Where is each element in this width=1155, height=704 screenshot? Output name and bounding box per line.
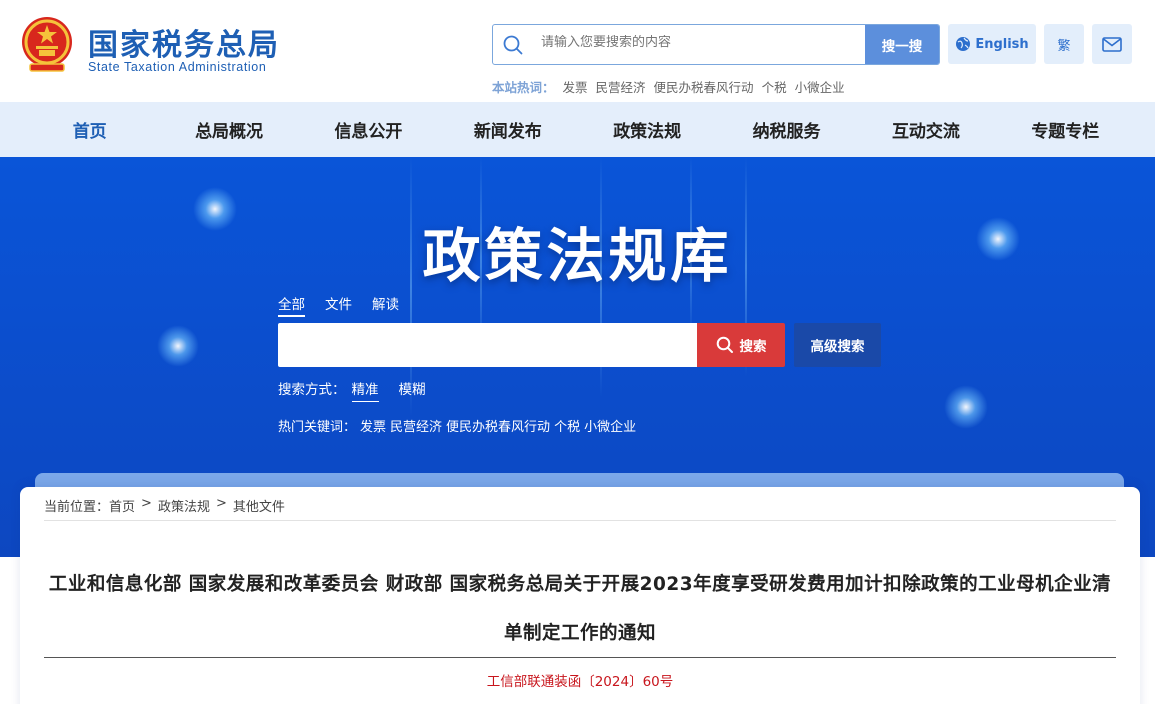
breadcrumb-label: 当前位置： bbox=[44, 500, 110, 515]
globe-icon bbox=[956, 37, 971, 51]
tab-all[interactable]: 全部 bbox=[278, 293, 305, 317]
nav-item-news[interactable]: 新闻发布 bbox=[438, 117, 577, 142]
search-button-label: 搜索 bbox=[739, 339, 767, 355]
hot-keyword-link[interactable]: 民营经济 bbox=[390, 416, 442, 435]
search-mode: 搜索方式： 精准 模糊 bbox=[278, 378, 426, 402]
hotword-link[interactable]: 个税 bbox=[762, 77, 787, 96]
divider bbox=[44, 520, 1116, 521]
hot-keyword-link[interactable]: 个税 bbox=[554, 416, 580, 435]
banner-tabs: 全部 文件 解读 bbox=[278, 293, 399, 317]
site-search-input[interactable] bbox=[541, 35, 841, 50]
hotword-link[interactable]: 民营经济 bbox=[596, 77, 646, 96]
english-label: English bbox=[975, 36, 1029, 52]
search-mode-exact[interactable]: 精准 bbox=[351, 378, 379, 402]
nav-item-info-disclosure[interactable]: 信息公开 bbox=[299, 117, 438, 142]
hot-keyword-link[interactable]: 便民办税春风行动 bbox=[446, 416, 550, 435]
hotword-link[interactable]: 发票 bbox=[563, 77, 588, 96]
breadcrumb-policies[interactable]: 政策法规 bbox=[158, 496, 210, 515]
mail-button[interactable] bbox=[1092, 24, 1132, 64]
hotwords-label: 本站热词： bbox=[492, 80, 555, 95]
banner-hot-keywords: 热门关键词： 发票 民营经济 便民办税春风行动 个税 小微企业 bbox=[278, 416, 636, 435]
policy-search-input[interactable] bbox=[278, 323, 698, 367]
search-icon bbox=[502, 34, 524, 56]
banner-title: 政策法规库 bbox=[422, 222, 733, 290]
nav-item-overview[interactable]: 总局概况 bbox=[159, 117, 298, 142]
traditional-chinese-button[interactable]: 繁 bbox=[1044, 24, 1084, 64]
hot-keywords-label: 热门关键词： bbox=[278, 420, 357, 435]
breadcrumb-separator: > bbox=[215, 496, 227, 511]
site-title-english[interactable]: State Taxation Administration bbox=[88, 60, 266, 74]
document-title: 工业和信息化部 国家发展和改革委员会 财政部 国家税务总局关于开展2023年度享… bbox=[44, 560, 1116, 658]
tab-documents[interactable]: 文件 bbox=[325, 293, 352, 317]
article-card: 当前位置： 首页 > 政策法规 > 其他文件 工业和信息化部 国家发展和改革委员… bbox=[20, 487, 1140, 704]
breadcrumb-other-docs[interactable]: 其他文件 bbox=[233, 496, 285, 515]
hot-keyword-link[interactable]: 小微企业 bbox=[584, 416, 636, 435]
light-glow bbox=[944, 385, 988, 429]
search-mode-label: 搜索方式： bbox=[278, 382, 346, 398]
nav-item-tax-service[interactable]: 纳税服务 bbox=[717, 117, 856, 142]
main-nav: 首页 总局概况 信息公开 新闻发布 政策法规 纳税服务 互动交流 专题专栏 bbox=[0, 102, 1155, 157]
divider bbox=[44, 657, 1116, 658]
nav-item-policies[interactable]: 政策法规 bbox=[578, 117, 717, 142]
mail-icon bbox=[1102, 36, 1122, 52]
nav-item-special-topics[interactable]: 专题专栏 bbox=[996, 117, 1135, 142]
tab-interpretations[interactable]: 解读 bbox=[372, 293, 399, 317]
english-button[interactable]: English bbox=[948, 24, 1036, 64]
nav-item-interaction[interactable]: 互动交流 bbox=[856, 117, 995, 142]
document-number: 工信部联通装函〔2024〕60号 bbox=[486, 674, 674, 690]
breadcrumb-separator: > bbox=[141, 496, 152, 511]
policy-search-button[interactable]: 搜索 bbox=[697, 323, 785, 367]
site-title[interactable]: 国家税务总局 bbox=[88, 20, 280, 64]
site-search-box: 搜一搜 bbox=[492, 24, 940, 65]
hotword-link[interactable]: 小微企业 bbox=[795, 77, 845, 96]
national-emblem-icon[interactable] bbox=[20, 16, 74, 74]
breadcrumb-home[interactable]: 首页 bbox=[109, 496, 135, 515]
site-header: 国家税务总局 State Taxation Administration 搜一搜… bbox=[0, 0, 1155, 102]
hotword-link[interactable]: 便民办税春风行动 bbox=[654, 77, 754, 96]
advanced-search-button[interactable]: 高级搜索 bbox=[794, 323, 881, 367]
document-title-line: 单制定工作的通知 bbox=[503, 623, 656, 644]
breadcrumb: 当前位置： 首页 > 政策法规 > 其他文件 bbox=[44, 496, 285, 515]
light-glow bbox=[157, 325, 199, 367]
search-mode-fuzzy[interactable]: 模糊 bbox=[399, 378, 426, 402]
hot-keyword-link[interactable]: 发票 bbox=[360, 416, 386, 435]
site-search-button[interactable]: 搜一搜 bbox=[865, 25, 939, 64]
document-title-line: 工业和信息化部 国家发展和改革委员会 财政部 国家税务总局关于开展2023年度享… bbox=[48, 574, 1112, 595]
nav-item-home[interactable]: 首页 bbox=[20, 117, 159, 142]
site-hotwords: 本站热词： 发票 民营经济 便民办税春风行动 个税 小微企业 bbox=[492, 77, 845, 96]
search-icon bbox=[716, 336, 733, 353]
